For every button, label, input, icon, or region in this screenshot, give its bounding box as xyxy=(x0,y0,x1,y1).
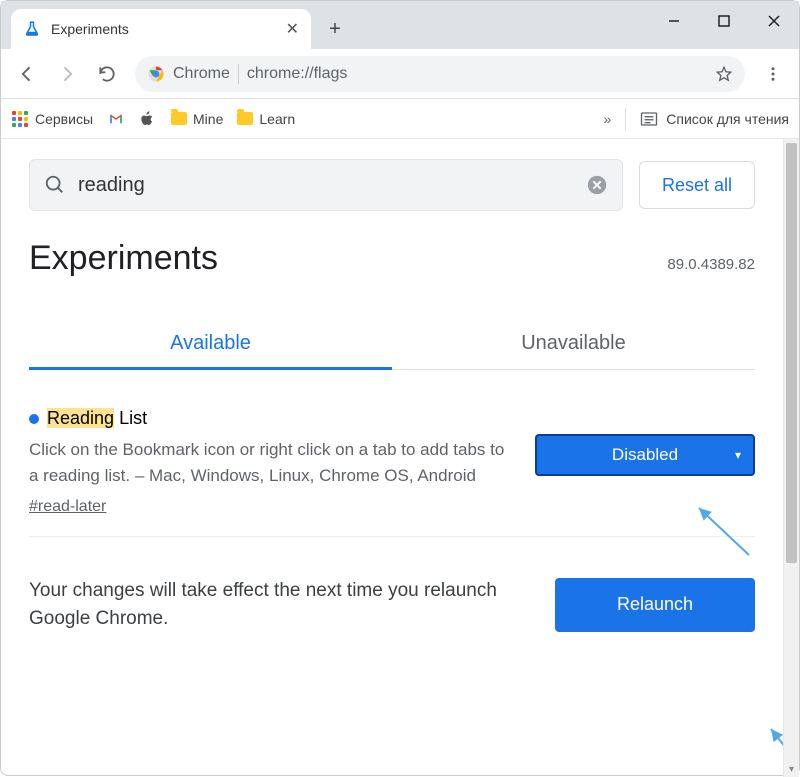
folder-label: Mine xyxy=(193,111,223,127)
reload-button[interactable] xyxy=(89,56,125,92)
folder-icon xyxy=(237,112,253,125)
scrollbar-thumb[interactable] xyxy=(786,143,797,563)
bookmark-gmail[interactable] xyxy=(107,110,125,128)
reset-all-button[interactable]: Reset all xyxy=(639,161,755,209)
chrome-version: 89.0.4389.82 xyxy=(667,256,755,273)
minimize-button[interactable] xyxy=(649,1,699,41)
flag-description: Click on the Bookmark icon or right clic… xyxy=(29,437,515,488)
omnibox-divider xyxy=(238,64,239,84)
chevron-down-icon: ▾ xyxy=(735,448,741,462)
flask-icon xyxy=(23,20,41,38)
flag-state-value: Disabled xyxy=(612,445,678,465)
search-icon xyxy=(44,174,66,196)
reading-list-label: Список для чтения xyxy=(666,111,789,127)
tab-title: Experiments xyxy=(51,21,276,37)
apple-icon xyxy=(139,110,157,128)
chrome-icon xyxy=(147,65,165,83)
back-button[interactable] xyxy=(9,56,45,92)
apps-grid-icon xyxy=(11,110,29,128)
browser-tab[interactable]: Experiments ✕ xyxy=(11,9,311,49)
flag-state-select[interactable]: Disabled ▾ xyxy=(535,434,755,476)
relaunch-message: Your changes will take effect the next t… xyxy=(29,577,537,632)
page-content: Reset all Experiments 89.0.4389.82 Avail… xyxy=(1,139,783,777)
tab-unavailable[interactable]: Unavailable xyxy=(392,318,755,369)
reading-list-icon xyxy=(640,111,658,127)
apps-label: Сервисы xyxy=(35,111,93,127)
forward-button[interactable] xyxy=(49,56,85,92)
relaunch-button[interactable]: Relaunch xyxy=(555,578,755,632)
clear-search-icon[interactable] xyxy=(586,174,608,196)
search-input[interactable] xyxy=(78,174,574,197)
new-tab-button[interactable]: + xyxy=(319,13,351,45)
flag-modified-dot-icon xyxy=(29,414,39,424)
apps-shortcut[interactable]: Сервисы xyxy=(11,110,93,128)
bookmark-folder-mine[interactable]: Mine xyxy=(171,111,223,127)
omnibox-host: Chrome xyxy=(173,65,230,83)
bookmark-apple[interactable] xyxy=(139,110,157,128)
folder-icon xyxy=(171,112,187,125)
tabs: Available Unavailable xyxy=(29,318,755,370)
flag-hash-link[interactable]: #read-later xyxy=(29,498,515,516)
annotation-arrow-icon xyxy=(765,721,783,771)
omnibox-url: chrome://flags xyxy=(247,65,707,83)
content-viewport: Reset all Experiments 89.0.4389.82 Avail… xyxy=(1,139,799,777)
flag-item: Reading List Click on the Bookmark icon … xyxy=(29,370,755,537)
gmail-icon xyxy=(107,110,125,128)
bookmarks-overflow-icon[interactable]: » xyxy=(603,111,611,127)
address-bar[interactable]: Chrome chrome://flags xyxy=(135,56,745,92)
folder-label: Learn xyxy=(259,111,295,127)
scrollbar[interactable]: ▾ xyxy=(783,139,799,777)
window-titlebar: Experiments ✕ + xyxy=(1,1,799,49)
flags-search-box[interactable] xyxy=(29,159,623,211)
browser-toolbar: Chrome chrome://flags xyxy=(1,49,799,99)
bookmarks-bar: Сервисы Mine Learn » Список для чтения xyxy=(1,99,799,139)
close-window-button[interactable] xyxy=(749,1,799,41)
annotation-arrow-icon xyxy=(689,500,759,560)
menu-button[interactable] xyxy=(755,56,791,92)
window-controls xyxy=(649,1,799,41)
reading-list-button[interactable]: Список для чтения xyxy=(640,111,789,127)
page-title: Experiments xyxy=(29,239,218,278)
separator xyxy=(625,108,626,130)
close-tab-icon[interactable]: ✕ xyxy=(286,19,299,39)
tab-available[interactable]: Available xyxy=(29,318,392,369)
bookmark-folder-learn[interactable]: Learn xyxy=(237,111,295,127)
scroll-down-icon[interactable]: ▾ xyxy=(784,761,799,777)
flag-title: Reading List xyxy=(47,408,147,429)
bookmark-star-icon[interactable] xyxy=(715,65,733,83)
relaunch-bar: Your changes will take effect the next t… xyxy=(29,563,755,652)
maximize-button[interactable] xyxy=(699,1,749,41)
